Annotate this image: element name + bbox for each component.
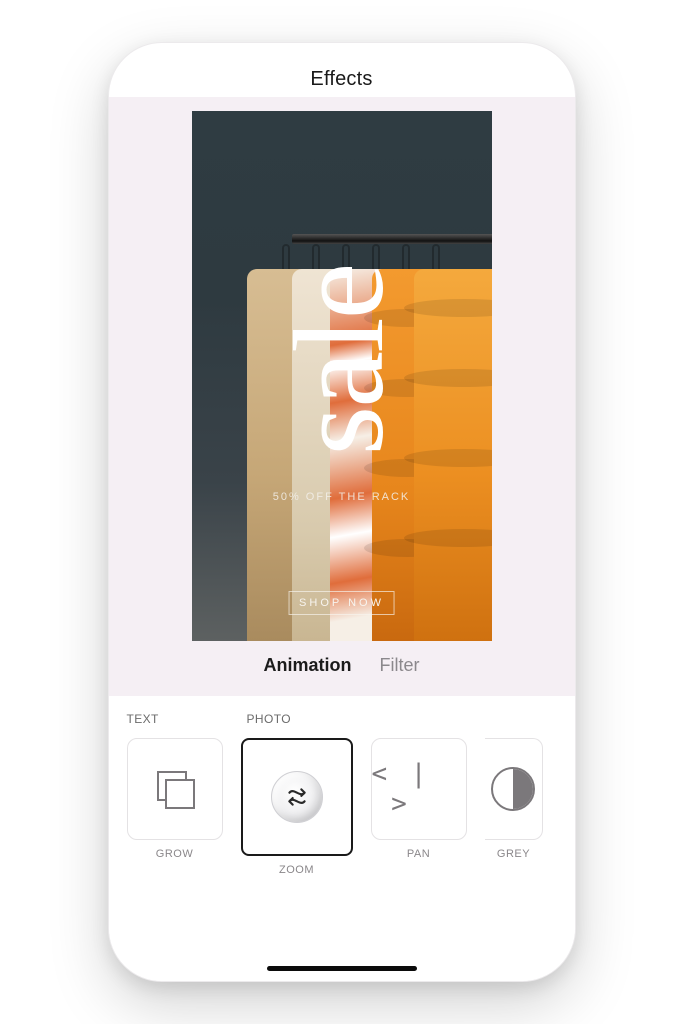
- effect-grey-thumb[interactable]: [485, 738, 543, 840]
- artboard[interactable]: sale 50% OFF THE RACK SHOP NOW: [192, 111, 492, 641]
- garment: [414, 269, 492, 641]
- effect-grow-label: GROW: [156, 848, 193, 860]
- tab-filter[interactable]: Filter: [380, 655, 420, 676]
- section-photo-label: PHOTO: [247, 712, 291, 726]
- effect-grey-label: GREY: [497, 848, 530, 860]
- grow-icon: [153, 767, 197, 811]
- effect-tabs: Animation Filter: [109, 641, 575, 682]
- effect-grey[interactable]: GREY: [485, 738, 543, 860]
- cta-button[interactable]: SHOP NOW: [288, 591, 395, 615]
- effect-grow[interactable]: GROW: [127, 738, 223, 860]
- header-title: Effects: [310, 68, 372, 91]
- header: Effects: [109, 43, 575, 97]
- grey-icon: [491, 767, 535, 811]
- effects-row[interactable]: GROW ZOOM: [109, 726, 575, 880]
- effects-panel: TEXT PHOTO GROW: [109, 696, 575, 981]
- effect-zoom-thumb[interactable]: [241, 738, 353, 856]
- effect-zoom-label: ZOOM: [279, 864, 314, 876]
- effect-pan-thumb[interactable]: < | >: [371, 738, 467, 840]
- hanger-icon: [432, 244, 440, 272]
- headline-text: sale: [275, 265, 403, 456]
- canvas-area: sale 50% OFF THE RACK SHOP NOW Animation…: [109, 97, 575, 696]
- section-labels: TEXT PHOTO: [109, 712, 575, 726]
- tab-animation[interactable]: Animation: [264, 655, 352, 676]
- phone-frame: Effects: [108, 42, 576, 982]
- effect-pan[interactable]: < | > PAN: [371, 738, 467, 860]
- subline-text: 50% OFF THE RACK: [273, 491, 411, 503]
- section-text-label: TEXT: [127, 712, 247, 726]
- effect-pan-label: PAN: [407, 848, 430, 860]
- home-indicator[interactable]: [267, 966, 417, 971]
- rack-bar: [292, 234, 492, 244]
- effect-zoom[interactable]: ZOOM: [241, 738, 353, 876]
- pan-icon: < | >: [372, 759, 466, 819]
- zoom-icon: [271, 771, 323, 823]
- effect-grow-thumb[interactable]: [127, 738, 223, 840]
